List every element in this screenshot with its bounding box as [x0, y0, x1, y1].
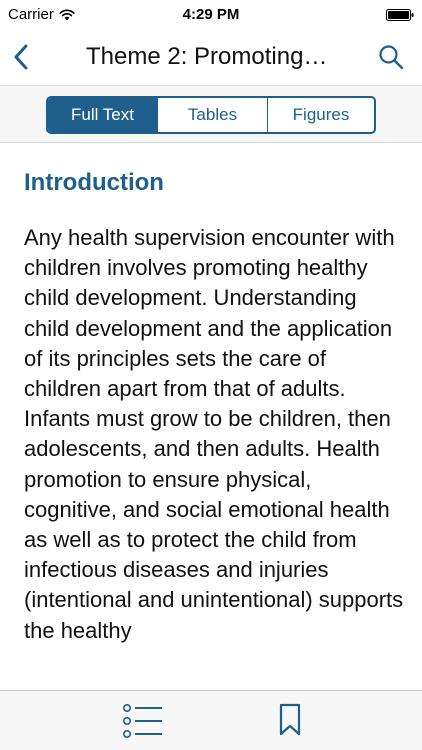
- tab-bar: [0, 690, 422, 750]
- page-title: Theme 2: Promoting…: [86, 43, 328, 70]
- app-screen: Carrier 4:29 PM Theme 2: Promoting… Full…: [0, 0, 422, 750]
- back-button[interactable]: [4, 40, 38, 74]
- search-button[interactable]: [376, 42, 406, 72]
- article-content[interactable]: Introduction Any health supervision enco…: [0, 143, 422, 690]
- segment-bar: Full Text Tables Figures: [0, 85, 422, 143]
- list-icon: [122, 703, 162, 738]
- segment-full-text[interactable]: Full Text: [48, 98, 157, 132]
- section-heading: Introduction: [24, 169, 164, 196]
- battery-icon: [386, 9, 414, 21]
- segment-tables[interactable]: Tables: [157, 98, 267, 132]
- status-bar: Carrier 4:29 PM: [0, 0, 422, 30]
- status-time: 4:29 PM: [182, 6, 240, 23]
- bookmark-icon: [279, 703, 301, 736]
- tab-bookmarks[interactable]: [278, 703, 302, 737]
- chevron-left-icon: [14, 44, 28, 70]
- segmented-control: Full Text Tables Figures: [46, 96, 376, 134]
- body-text: Any health supervision encounter with ch…: [24, 225, 404, 643]
- tab-table-of-contents[interactable]: [122, 703, 164, 739]
- segment-figures[interactable]: Figures: [267, 98, 374, 132]
- search-icon: [379, 45, 404, 70]
- navigation-bar: Theme 2: Promoting…: [0, 30, 422, 84]
